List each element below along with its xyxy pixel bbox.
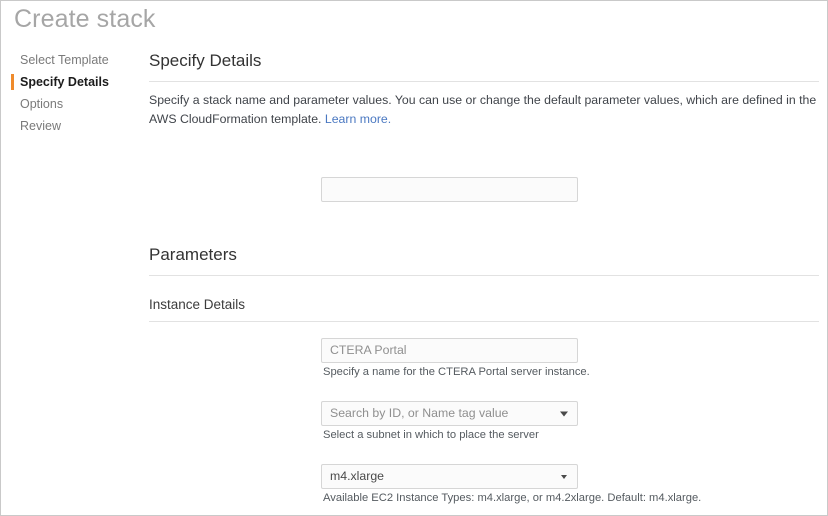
page-title: Create stack [14, 5, 156, 33]
instance-type-helper-text: Available EC2 Instance Types: m4.xlarge,… [323, 492, 702, 504]
subnet-helper-text: Select a subnet in which to place the se… [323, 429, 539, 441]
chevron-down-icon[interactable] [561, 474, 567, 479]
sidebar-item-label: Review [20, 119, 61, 133]
active-step-indicator [11, 74, 14, 90]
sidebar-item-options[interactable]: Options [1, 93, 141, 115]
intro-paragraph: Specify a stack name and parameter value… [149, 91, 817, 129]
sidebar-item-label: Options [20, 97, 64, 111]
section-heading-specify-details: Specify Details [149, 51, 262, 70]
subsection-heading-instance-details: Instance Details [149, 297, 246, 312]
instance-details-divider [149, 321, 819, 322]
create-stack-page: Create stack Select Template Specify Det… [0, 0, 828, 516]
heading-divider [149, 81, 819, 82]
chevron-down-icon[interactable] [560, 411, 568, 416]
instance-name-input[interactable]: CTERA Portal [321, 338, 578, 363]
sidebar-item-select-template[interactable]: Select Template [1, 49, 141, 71]
stack-name-input[interactable] [321, 177, 578, 202]
instance-type-selected-value: m4.xlarge [330, 469, 384, 483]
sidebar-item-specify-details[interactable]: Specify Details [1, 71, 141, 93]
subnet-select[interactable]: Search by ID, or Name tag value [321, 401, 578, 426]
instance-type-select[interactable]: m4.xlarge [321, 464, 578, 489]
wizard-sidebar: Select Template Specify Details Options … [1, 49, 141, 137]
sidebar-item-label: Select Template [20, 53, 109, 67]
parameters-divider [149, 275, 819, 276]
instance-name-helper-text: Specify a name for the CTERA Portal serv… [323, 366, 590, 378]
intro-text: Specify a stack name and parameter value… [149, 93, 817, 126]
learn-more-link[interactable]: Learn more. [325, 112, 391, 126]
section-heading-parameters: Parameters [149, 245, 237, 264]
sidebar-item-review[interactable]: Review [1, 115, 141, 137]
sidebar-item-label: Specify Details [20, 75, 109, 89]
subnet-selected-value: Search by ID, or Name tag value [330, 406, 509, 420]
